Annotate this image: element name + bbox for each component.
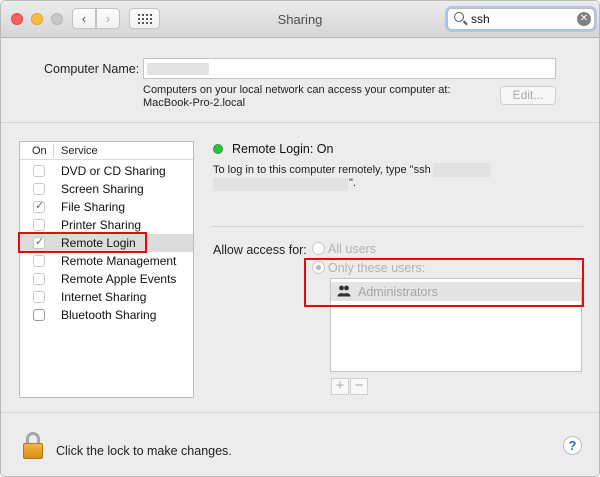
login-instructions: To log in to this computer remotely, typ… — [213, 164, 431, 176]
service-checkbox[interactable] — [33, 219, 45, 231]
highlight-allowed-users — [304, 258, 584, 307]
title-bar: ‹ › Sharing ssh ✕ — [1, 1, 599, 38]
service-list-header: On Service — [20, 142, 193, 160]
remove-user-button[interactable]: − — [350, 378, 368, 395]
highlight-remote-login — [18, 232, 147, 253]
service-label: DVD or CD Sharing — [61, 164, 166, 178]
divider — [1, 122, 599, 123]
help-button[interactable]: ? — [563, 436, 582, 455]
clear-icon[interactable]: ✕ — [577, 12, 591, 26]
divider — [1, 412, 599, 413]
search-input[interactable]: ssh — [471, 12, 490, 26]
column-divider — [53, 144, 54, 158]
service-row-screen-sharing[interactable]: Screen Sharing — [20, 180, 193, 198]
status-indicator-icon — [213, 144, 223, 154]
service-checkbox[interactable] — [33, 255, 45, 267]
service-row-remote-apple-events[interactable]: Remote Apple Events — [20, 270, 193, 288]
service-label: File Sharing — [61, 200, 126, 214]
service-row-file-sharing[interactable]: ✓ File Sharing — [20, 198, 193, 216]
service-checkbox[interactable]: ✓ — [33, 200, 45, 213]
service-checkbox[interactable] — [33, 165, 45, 177]
sharing-window: ‹ › Sharing ssh ✕ Computer Name: Compute… — [0, 0, 600, 477]
service-checkbox[interactable] — [33, 309, 45, 321]
column-header-service[interactable]: Service — [61, 145, 98, 157]
service-row-dvd[interactable]: DVD or CD Sharing — [20, 162, 193, 180]
redacted-username — [433, 163, 491, 177]
service-label: Screen Sharing — [61, 182, 144, 196]
computer-name-value — [147, 63, 209, 75]
service-row-internet-sharing[interactable]: Internet Sharing — [20, 288, 193, 306]
service-label: Printer Sharing — [61, 218, 142, 232]
local-address: MacBook-Pro-2.local — [143, 97, 246, 109]
divider — [211, 226, 583, 227]
service-label: Remote Management — [61, 254, 177, 268]
all-users-label[interactable]: All users — [328, 242, 376, 256]
service-label: Remote Apple Events — [61, 272, 177, 286]
edit-button[interactable]: Edit... — [500, 86, 556, 105]
service-label: Internet Sharing — [61, 290, 147, 304]
all-users-radio[interactable] — [312, 242, 325, 255]
search-field[interactable]: ssh ✕ — [447, 8, 595, 30]
local-address-hint: Computers on your local network can acce… — [143, 84, 451, 96]
service-status: Remote Login: On — [232, 142, 334, 156]
computer-name-label: Computer Name: — [44, 62, 140, 76]
service-label: Bluetooth Sharing — [61, 308, 157, 322]
service-checkbox[interactable] — [33, 291, 45, 303]
add-user-button[interactable]: + — [331, 378, 349, 395]
service-checkbox[interactable] — [33, 273, 45, 285]
allow-access-label: Allow access for: — [213, 243, 307, 257]
search-icon — [454, 12, 464, 22]
computer-name-field[interactable] — [143, 58, 556, 79]
service-row-remote-management[interactable]: Remote Management — [20, 252, 193, 270]
lock-icon[interactable] — [23, 432, 43, 459]
login-instructions-end: ". — [349, 177, 356, 189]
lock-message: Click the lock to make changes. — [56, 444, 232, 458]
redacted-address — [213, 178, 348, 191]
service-row-bluetooth-sharing[interactable]: Bluetooth Sharing — [20, 306, 193, 324]
service-list: On Service DVD or CD Sharing Screen Shar… — [19, 141, 194, 398]
column-header-on[interactable]: On — [32, 145, 47, 157]
service-checkbox[interactable] — [33, 183, 45, 195]
checkmark-icon: ✓ — [35, 200, 45, 212]
